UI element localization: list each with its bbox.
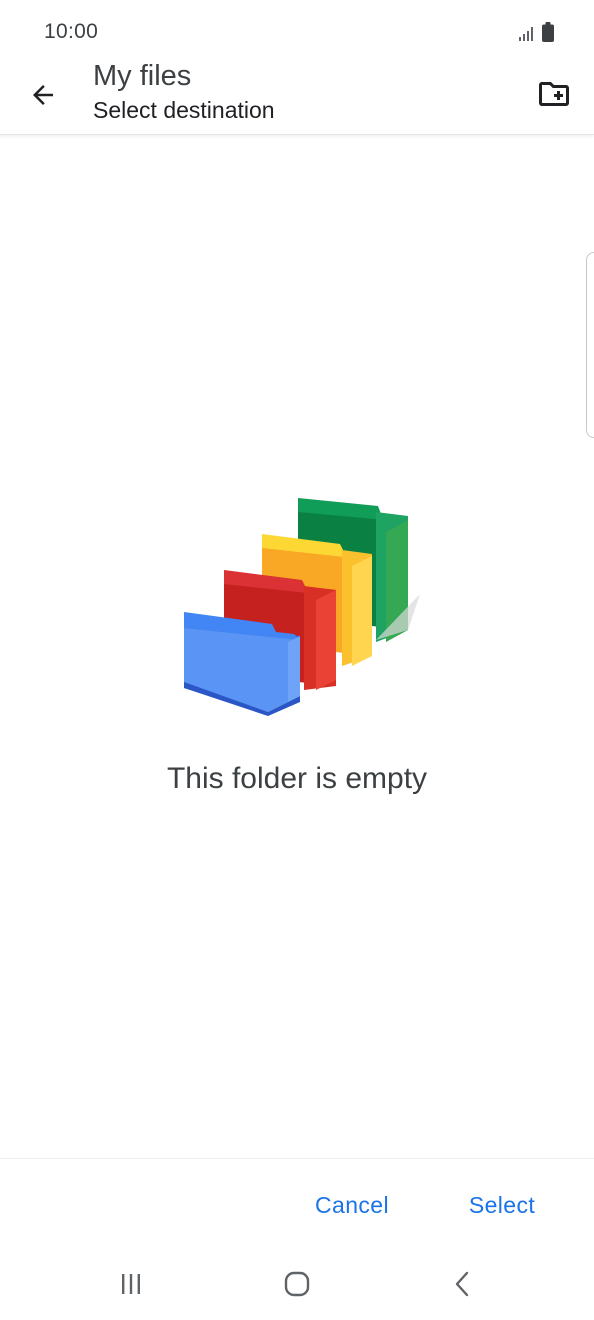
system-navigation-bar	[0, 1244, 594, 1320]
status-icons	[518, 22, 554, 42]
nav-home-button[interactable]	[272, 1262, 322, 1306]
page-subtitle: Select destination	[93, 97, 275, 123]
select-button[interactable]: Select	[448, 1185, 556, 1225]
status-time: 10:00	[44, 20, 99, 43]
page-title: My files	[93, 60, 192, 92]
scroll-handle[interactable]	[586, 252, 594, 438]
battery-icon	[542, 22, 554, 42]
back-button[interactable]	[20, 72, 66, 118]
home-icon	[284, 1271, 310, 1297]
empty-folders-illustration	[176, 490, 426, 716]
nav-recents-button[interactable]	[106, 1262, 156, 1306]
file-picker-screen: 10:00 My files Select destination This f…	[0, 0, 594, 1320]
action-bar: Cancel Select	[0, 1158, 594, 1243]
nav-back-icon	[455, 1271, 469, 1297]
create-new-folder-icon	[539, 82, 569, 106]
nav-back-button[interactable]	[438, 1262, 488, 1306]
arrow-back-icon	[33, 85, 53, 105]
new-folder-button[interactable]	[530, 70, 578, 118]
signal-icon	[519, 27, 533, 41]
empty-state-message: This folder is empty	[166, 762, 428, 795]
cancel-button[interactable]: Cancel	[298, 1185, 406, 1225]
recents-icon	[122, 1274, 140, 1294]
app-bar: My files Select destination	[0, 54, 594, 135]
